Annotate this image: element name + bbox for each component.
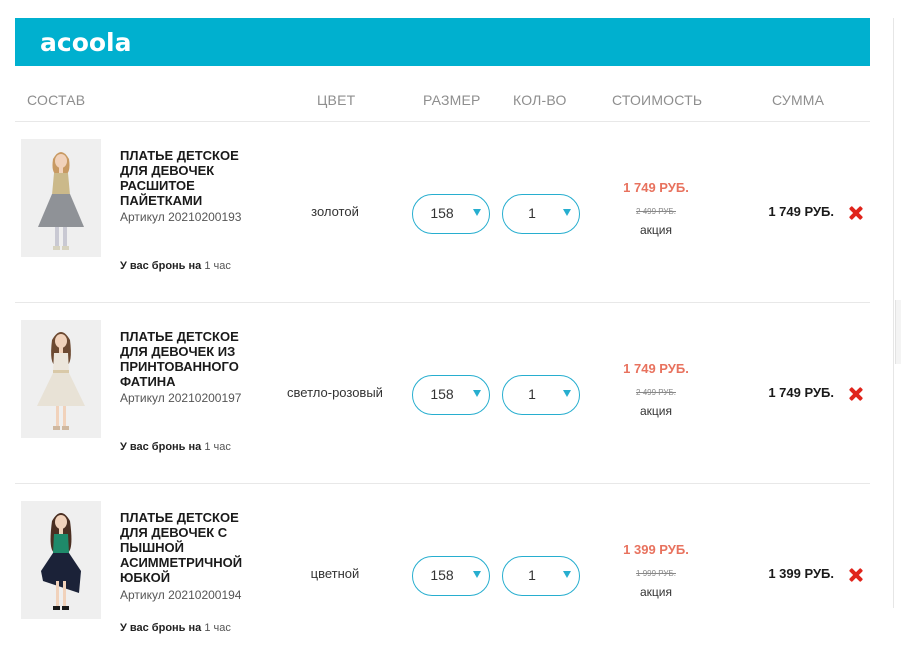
dress-asymmetric-navy-photo-icon <box>21 501 101 619</box>
cart-row: ПЛАТЬЕ ДЕТСКОЕ ДЛЯ ДЕВОЧЕК С ПЫШНОЙ АСИМ… <box>15 484 870 664</box>
quantity-value: 1 <box>528 567 536 583</box>
old-price: 1 999 РУБ. <box>636 569 676 578</box>
dropdown-arrow-icon <box>473 571 481 578</box>
dropdown-arrow-icon <box>563 571 571 578</box>
reservation-hours: 1 <box>204 441 211 453</box>
column-header-composition: СОСТАВ <box>27 92 86 108</box>
reservation-label: У вас бронь на <box>120 441 202 453</box>
reservation-note: У вас бронь на 1 час <box>120 441 231 453</box>
cart-row: ПЛАТЬЕ ДЕТСКОЕ ДЛЯ ДЕВОЧЕК РАСШИТОЕ ПАЙЕ… <box>15 122 870 303</box>
size-value: 158 <box>430 205 454 221</box>
row-total: 1 749 РУБ. <box>768 385 834 400</box>
reservation-label: У вас бронь на <box>120 260 202 272</box>
column-header-color: ЦВЕТ <box>317 92 356 108</box>
quantity-value: 1 <box>528 386 536 402</box>
column-header-sum: СУММА <box>772 92 825 108</box>
reservation-unit: час <box>213 441 231 453</box>
size-value: 158 <box>430 567 454 583</box>
size-select[interactable]: 158 <box>412 375 490 415</box>
promo-label: акция <box>640 585 672 599</box>
product-thumbnail[interactable] <box>21 320 101 438</box>
remove-item-icon[interactable] <box>849 568 863 582</box>
sale-price: 1 749 РУБ. <box>623 180 689 195</box>
product-name[interactable]: ПЛАТЬЕ ДЕТСКОЕ ДЛЯ ДЕВОЧЕК РАСШИТОЕ ПАЙЕ… <box>120 148 270 208</box>
reservation-hours: 1 <box>204 622 211 634</box>
size-select[interactable]: 158 <box>412 194 490 234</box>
page-edge-divider <box>893 18 894 608</box>
product-article: Артикул 20210200194 <box>120 588 242 602</box>
site-header: acoola <box>15 18 870 66</box>
side-panel-tab[interactable] <box>895 300 901 364</box>
remove-item-icon[interactable] <box>849 206 863 220</box>
old-price: 2 499 РУБ. <box>636 388 676 397</box>
cart-row: ПЛАТЬЕ ДЕТСКОЕ ДЛЯ ДЕВОЧЕК ИЗ ПРИНТОВАНН… <box>15 303 870 484</box>
row-total: 1 749 РУБ. <box>768 204 834 219</box>
product-article: Артикул 20210200197 <box>120 391 242 405</box>
row-total: 1 399 РУБ. <box>768 566 834 581</box>
promo-label: акция <box>640 404 672 418</box>
product-name[interactable]: ПЛАТЬЕ ДЕТСКОЕ ДЛЯ ДЕВОЧЕК ИЗ ПРИНТОВАНН… <box>120 329 270 389</box>
size-select[interactable]: 158 <box>412 556 490 596</box>
reservation-note: У вас бронь на 1 час <box>120 622 231 634</box>
reservation-unit: час <box>213 622 231 634</box>
size-value: 158 <box>430 386 454 402</box>
quantity-select[interactable]: 1 <box>502 194 580 234</box>
product-name[interactable]: ПЛАТЬЕ ДЕТСКОЕ ДЛЯ ДЕВОЧЕК С ПЫШНОЙ АСИМ… <box>120 510 270 585</box>
reservation-hours: 1 <box>204 260 211 272</box>
dropdown-arrow-icon <box>473 209 481 216</box>
sale-price: 1 749 РУБ. <box>623 361 689 376</box>
dropdown-arrow-icon <box>563 209 571 216</box>
promo-label: акция <box>640 223 672 237</box>
remove-item-icon[interactable] <box>849 387 863 401</box>
product-color: светло-розовый <box>287 385 383 400</box>
old-price: 2 499 РУБ. <box>636 207 676 216</box>
product-thumbnail[interactable] <box>21 139 101 257</box>
column-header-quantity: КОЛ-ВО <box>513 92 567 108</box>
reservation-label: У вас бронь на <box>120 622 202 634</box>
column-header-cost: СТОИМОСТЬ <box>612 92 703 108</box>
reservation-unit: час <box>213 260 231 272</box>
dress-sequin-gold-photo-icon <box>21 139 101 257</box>
reservation-note: У вас бронь на 1 час <box>120 260 231 272</box>
sale-price: 1 399 РУБ. <box>623 542 689 557</box>
dropdown-arrow-icon <box>563 390 571 397</box>
quantity-select[interactable]: 1 <box>502 556 580 596</box>
quantity-select[interactable]: 1 <box>502 375 580 415</box>
product-article: Артикул 20210200193 <box>120 210 242 224</box>
product-thumbnail[interactable] <box>21 501 101 619</box>
product-color: золотой <box>311 204 359 219</box>
product-color: цветной <box>310 566 360 581</box>
dropdown-arrow-icon <box>473 390 481 397</box>
column-header-size: РАЗМЕР <box>423 92 481 108</box>
dress-tulle-pink-photo-icon <box>21 320 101 438</box>
quantity-value: 1 <box>528 205 536 221</box>
acoola-logo[interactable]: acoola <box>40 30 131 55</box>
